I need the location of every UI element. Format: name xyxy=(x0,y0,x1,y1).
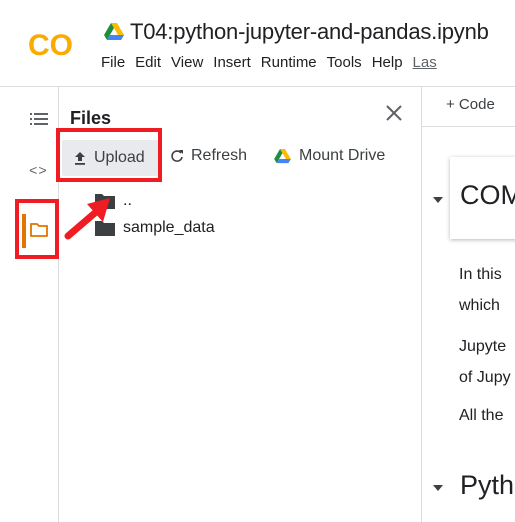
text-line: Jupyte xyxy=(459,338,507,355)
add-code-button[interactable]: + Code xyxy=(446,96,495,113)
menu-file[interactable]: File xyxy=(101,54,125,71)
text-line: of Jupy xyxy=(459,369,511,386)
refresh-icon xyxy=(171,150,183,162)
logo-text: CO xyxy=(28,29,73,62)
text-line: which xyxy=(459,297,500,314)
menu-bar: File Edit View Insert Runtime Tools Help… xyxy=(101,54,447,71)
collapse-caret-icon[interactable] xyxy=(433,197,443,203)
table-of-contents-icon[interactable] xyxy=(30,112,48,126)
collapse-caret-icon[interactable] xyxy=(433,485,443,491)
section-heading: Pyth xyxy=(460,470,515,500)
mount-drive-label: Mount Drive xyxy=(299,147,386,164)
google-drive-icon xyxy=(104,23,124,40)
menu-tools[interactable]: Tools xyxy=(327,54,362,71)
google-drive-icon xyxy=(274,148,291,163)
menu-edit[interactable]: Edit xyxy=(135,54,161,71)
header-divider xyxy=(0,86,515,87)
refresh-label: Refresh xyxy=(191,147,248,164)
mount-drive-button[interactable]: Mount Drive xyxy=(274,147,385,165)
file-title-row: T04:python-jupyter-and-pandas.ipynb xyxy=(104,16,489,48)
upload-highlight-box xyxy=(56,128,162,182)
menu-view[interactable]: View xyxy=(171,54,203,71)
text-line: All the xyxy=(459,407,504,424)
notebook-title[interactable]: T04:python-jupyter-and-pandas.ipynb xyxy=(130,19,489,45)
menu-help[interactable]: Help xyxy=(372,54,403,71)
folder-highlight-box xyxy=(15,199,59,259)
last-edit-link[interactable]: Las xyxy=(413,54,437,71)
close-icon[interactable] xyxy=(385,104,403,122)
panel-divider xyxy=(421,87,422,522)
section-heading: COM xyxy=(460,180,515,210)
text-line: In this xyxy=(459,266,502,283)
menu-runtime[interactable]: Runtime xyxy=(261,54,317,71)
code-snippets-icon[interactable]: <> xyxy=(29,164,48,180)
menu-insert[interactable]: Insert xyxy=(213,54,251,71)
tree-item-label: sample_data xyxy=(123,219,215,236)
toolbar-divider xyxy=(422,126,515,127)
files-panel-title: Files xyxy=(70,108,112,128)
refresh-button[interactable]: Refresh xyxy=(170,147,247,165)
red-arrow-annotation xyxy=(64,198,110,240)
colab-logo[interactable]: CO xyxy=(28,28,82,62)
tree-item-label: .. xyxy=(123,192,132,209)
